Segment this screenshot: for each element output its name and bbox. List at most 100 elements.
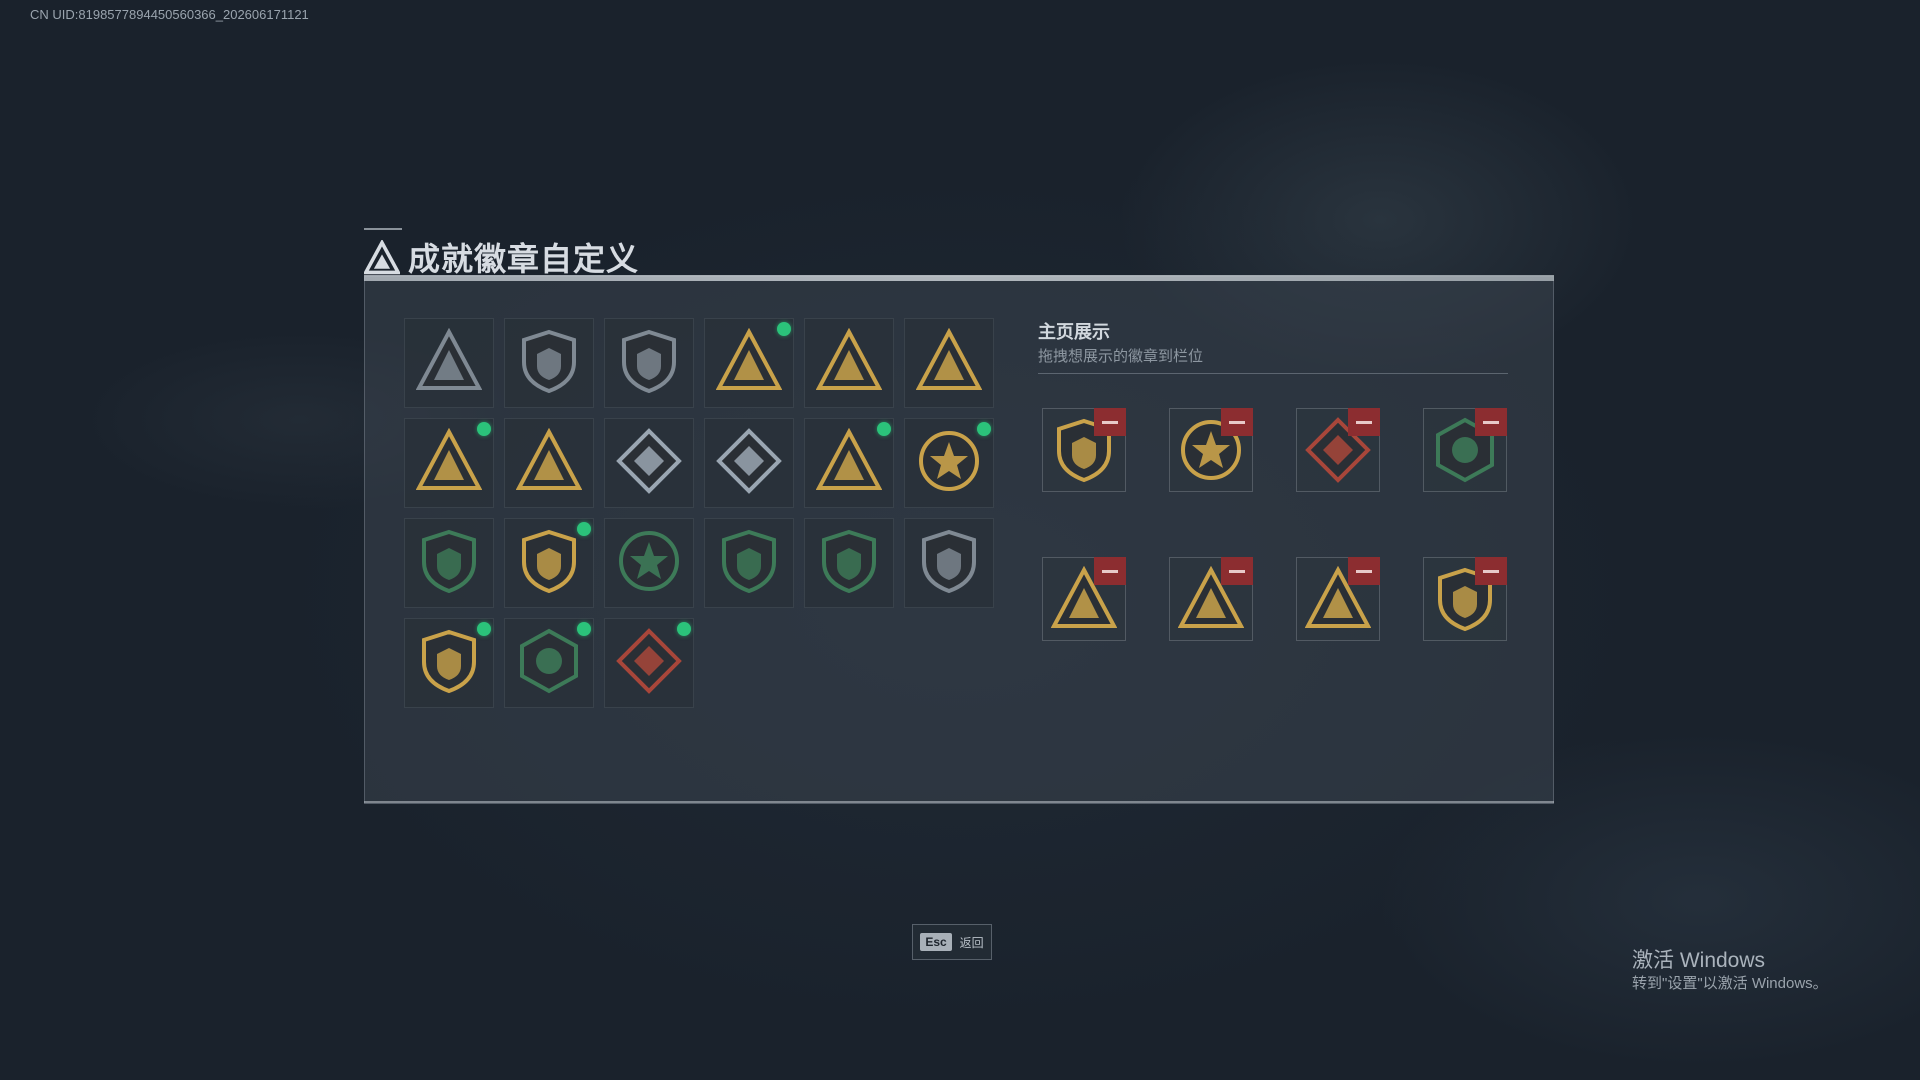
badge-cell[interactable]	[404, 618, 494, 708]
badge-cell[interactable]	[904, 418, 994, 508]
showcase-slot[interactable]	[1169, 557, 1253, 641]
badge-cell[interactable]	[704, 518, 794, 608]
showcase-slot[interactable]	[1042, 408, 1126, 492]
windows-activation-subtitle: 转到"设置"以激活 Windows。	[1632, 975, 1828, 992]
badge-cell[interactable]	[604, 318, 694, 408]
showcase-slot[interactable]	[1423, 408, 1507, 492]
no-gun-shield-badge-icon	[922, 529, 976, 593]
crystal-diamond-badge-icon	[616, 427, 682, 494]
minus-icon	[1102, 569, 1118, 573]
remove-badge-button[interactable]	[1475, 557, 1507, 585]
page-title: 成就徽章自定义	[408, 241, 640, 277]
crosshair-shield-badge-icon	[722, 529, 776, 593]
rock-hand-triangle-badge-icon	[715, 327, 783, 390]
badge-image	[715, 327, 783, 399]
badge-cell[interactable]	[504, 518, 594, 608]
badge-image	[716, 528, 782, 599]
showcase-slot[interactable]	[1169, 408, 1253, 492]
badge-cell[interactable]	[804, 318, 894, 408]
remove-badge-button[interactable]	[1475, 408, 1507, 436]
badge-cell[interactable]	[904, 518, 994, 608]
badge-cell[interactable]	[604, 618, 694, 708]
badge-cell[interactable]	[404, 518, 494, 608]
badge-image	[815, 427, 883, 499]
jet-shield-badge-icon	[622, 329, 676, 393]
number-one-triangle-badge-icon	[915, 327, 983, 390]
badge-cell[interactable]	[504, 318, 594, 408]
new-indicator-dot	[577, 522, 591, 536]
anchor-shield-badge-icon	[422, 629, 476, 693]
minus-icon	[1102, 420, 1118, 424]
showcase-slot[interactable]	[1296, 557, 1380, 641]
badge-cell[interactable]	[604, 518, 694, 608]
showcase-subtitle: 拖拽想展示的徽章到栏位	[1038, 348, 1204, 365]
minus-icon	[1356, 420, 1372, 424]
showcase-title: 主页展示	[1038, 322, 1110, 342]
rifle-diamond-badge-icon	[716, 427, 782, 494]
green-shield-badge-icon	[422, 529, 476, 593]
badge-image	[516, 328, 582, 399]
back-label: 返回	[959, 935, 984, 950]
page-header: 成就徽章自定义	[364, 228, 639, 280]
windows-activation-title: 激活 Windows	[1632, 949, 1766, 972]
soldier-triangle-badge-icon	[415, 427, 483, 490]
new-indicator-dot	[477, 422, 491, 436]
remove-badge-button[interactable]	[1348, 557, 1380, 585]
remove-badge-button[interactable]	[1348, 408, 1380, 436]
badge-image	[816, 528, 882, 599]
badge-cell[interactable]	[404, 418, 494, 508]
remove-badge-button[interactable]	[1221, 557, 1253, 585]
badge-grid	[404, 318, 994, 708]
badge-cell[interactable]	[704, 318, 794, 408]
new-indicator-dot	[777, 322, 791, 336]
badge-image	[416, 628, 482, 699]
helicopter-badge-icon	[522, 329, 576, 393]
back-button[interactable]: Esc 返回	[912, 924, 992, 960]
skull-emblem-badge-icon	[619, 530, 679, 591]
new-indicator-dot	[977, 422, 991, 436]
badge-cell[interactable]	[704, 418, 794, 508]
badge-image	[916, 428, 982, 499]
dragon-diamond-badge-icon	[616, 627, 682, 694]
badge-image	[616, 427, 682, 499]
minus-icon	[1229, 569, 1245, 573]
showcase-slot[interactable]	[1296, 408, 1380, 492]
badge-image	[815, 327, 883, 399]
badge-cell[interactable]	[804, 418, 894, 508]
crosshair-wing-badge-icon	[822, 529, 876, 593]
lion-shield-badge-icon	[522, 529, 576, 593]
badge-cell[interactable]	[404, 318, 494, 408]
uid-label: CN UID:8198577894450560366_202606171121	[30, 7, 309, 22]
badge-image	[916, 528, 982, 599]
badge-cell[interactable]	[604, 418, 694, 508]
hornet-hexagon-badge-icon	[520, 628, 578, 693]
showcase-slot[interactable]	[1042, 557, 1126, 641]
badge-image	[415, 327, 483, 399]
minus-icon	[1483, 569, 1499, 573]
badge-image	[516, 528, 582, 599]
minus-icon	[1229, 420, 1245, 424]
remove-badge-button[interactable]	[1221, 408, 1253, 436]
badge-image	[616, 328, 682, 399]
new-indicator-dot	[577, 622, 591, 636]
badge-image	[416, 528, 482, 599]
badge-image	[516, 628, 582, 699]
badge-cell[interactable]	[804, 518, 894, 608]
badge-image	[616, 627, 682, 699]
helmet-triangle-badge-icon	[815, 327, 883, 390]
badge-image	[515, 427, 583, 499]
badge-cell[interactable]	[504, 418, 594, 508]
badge-cell[interactable]	[904, 318, 994, 408]
minus-icon	[1356, 569, 1372, 573]
badge-cell[interactable]	[504, 618, 594, 708]
remove-badge-button[interactable]	[1094, 557, 1126, 585]
panel-top-border	[364, 275, 1554, 281]
new-indicator-dot	[877, 422, 891, 436]
showcase-divider	[1038, 373, 1508, 374]
showcase-slot[interactable]	[1423, 557, 1507, 641]
minus-icon	[1483, 420, 1499, 424]
shield-triangle-badge-icon	[415, 327, 483, 390]
new-indicator-dot	[677, 622, 691, 636]
remove-badge-button[interactable]	[1094, 408, 1126, 436]
badge-image	[716, 427, 782, 499]
